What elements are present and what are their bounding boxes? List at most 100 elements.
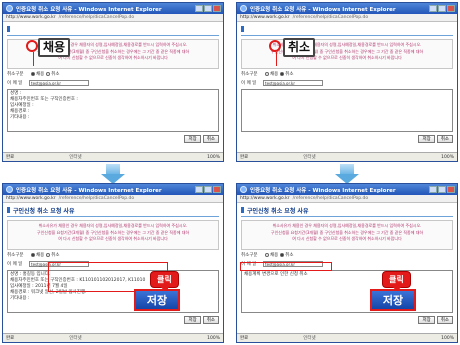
hire-label: 채용 <box>36 253 45 258</box>
status-bar: 완료 인터넷 100% <box>237 333 457 342</box>
save-zoom-button[interactable]: 저장 <box>134 289 180 311</box>
cancel-button[interactable]: 취소 <box>436 316 453 324</box>
status-bar: 완료 인터넷 100% <box>3 152 223 161</box>
ie-window-hire-empty: 인증요청 취소 요청 사유 - Windows Internet Explore… <box>2 2 224 162</box>
url-host: http://www.work.go.kr <box>240 196 290 201</box>
close-button[interactable] <box>447 186 455 193</box>
email-label: 이 메 일 <box>7 81 23 86</box>
address-bar[interactable]: http://www.work.go.kr/reference/help/dic… <box>3 195 223 203</box>
hire-callout: 채용 <box>38 38 71 57</box>
minimize-button[interactable] <box>195 5 203 12</box>
reason-textarea[interactable] <box>241 89 453 132</box>
save-button[interactable]: 저장 <box>418 135 435 143</box>
down-arrow-icon <box>101 164 125 184</box>
url-path: /reference/help/dicaCancelPop.do <box>58 196 135 201</box>
highlight-circle <box>26 40 38 52</box>
hire-label: 채용 <box>36 72 45 77</box>
close-button[interactable] <box>213 186 221 193</box>
title-bar: 인증요청 취소 요청 사유 - Windows Internet Explore… <box>237 184 457 195</box>
reason-label: 취소구분 <box>241 253 258 258</box>
cancel-radio[interactable] <box>280 72 285 76</box>
maximize-button[interactable] <box>438 5 446 12</box>
notice-line: 여 다시 신청할 수 없으므로 신중히 생각하여 취소하시기 바랍니다 <box>58 236 168 241</box>
highlight-circle <box>269 40 281 52</box>
window-title: 인증요청 취소 요청 사유 - Windows Internet Explore… <box>250 6 396 13</box>
page-title-text: 구인신청 취소 요청 사유 <box>13 207 75 215</box>
page-title: 구인신청 취소 요청 사유 <box>7 206 219 217</box>
cancel-label: 취소 <box>285 253 294 258</box>
zone-text: 인터넷 <box>303 336 316 341</box>
status-text: 완료 <box>6 336 15 341</box>
cancel-callout: 취소 <box>283 38 316 57</box>
cancel-radio[interactable] <box>280 253 285 257</box>
email-field[interactable]: test@asia.or.kr <box>29 80 89 86</box>
address-bar[interactable]: http://www.work.go.kr/reference/help/dic… <box>3 14 223 22</box>
address-bar[interactable]: http://www.work.go.kr/reference/help/dic… <box>237 195 457 203</box>
address-bar[interactable]: http://www.work.go.kr/reference/help/dic… <box>237 14 457 22</box>
reason-row: 취소구분 채용 취소 <box>7 251 219 259</box>
status-bar: 완료 인터넷 100% <box>3 333 223 342</box>
window-controls <box>195 5 223 12</box>
pointer-line <box>276 52 277 66</box>
close-button[interactable] <box>447 5 455 12</box>
notice-line: 취소사유가 채용인 경우 채용자의 성명,입사예정일,채용경로를 반드시 입력하… <box>38 223 188 228</box>
zoom-level[interactable]: 100% <box>441 155 454 160</box>
cancel-radio[interactable] <box>46 72 51 76</box>
title-bar: 인증요청 취소 요청 사유 - Windows Internet Explore… <box>3 3 223 14</box>
text-line: 채용계획 변경으로 인한 신청 취소 <box>244 272 308 277</box>
click-label: 클릭 <box>382 271 411 292</box>
click-label: 클릭 <box>150 271 179 292</box>
notice-line: 취소사유가 채용인 경우 채용자의 성명,입사예정일,채용경로를 반드시 입력하… <box>272 223 422 228</box>
window-title: 인증요청 취소 요청 사유 - Windows Internet Explore… <box>250 187 396 194</box>
reason-textarea[interactable]: 성명 : 채용자주민번호 또는 구직인증번호 : 입사예정일 : 채용경로 : 기타내용… <box>7 89 219 132</box>
title-bar: 인증요청 취소 요청 사유 - Windows Internet Explore… <box>237 3 457 14</box>
page-title: 구인신청 취소 요청 사유 <box>7 25 219 36</box>
maximize-button[interactable] <box>204 186 212 193</box>
save-zoom-button[interactable]: 저장 <box>370 289 416 311</box>
zoom-level[interactable]: 100% <box>441 336 454 341</box>
minimize-button[interactable] <box>429 5 437 12</box>
zone-text: 인터넷 <box>69 336 82 341</box>
hire-radio[interactable] <box>31 253 35 257</box>
reason-label: 취소구분 <box>7 253 24 258</box>
hire-radio[interactable] <box>31 72 35 76</box>
notice-box: 취소사유가 채용인 경우 채용자의 성명,입사예정일,채용경로를 반드시 입력하… <box>7 220 219 250</box>
hire-label: 채용 <box>270 72 279 77</box>
minimize-button[interactable] <box>429 186 437 193</box>
reason-row: 취소구분 채용 취소 <box>241 251 453 259</box>
pointer-line <box>33 52 34 66</box>
save-button[interactable]: 저장 <box>184 135 201 143</box>
minimize-button[interactable] <box>195 186 203 193</box>
ie-icon <box>240 186 247 193</box>
page-title-text: 구인신청 취소 요청 사유 <box>247 207 309 215</box>
status-text: 완료 <box>240 155 249 160</box>
email-label: 이 메 일 <box>7 262 23 267</box>
zone-text: 인터넷 <box>69 155 82 160</box>
cancel-button[interactable]: 취소 <box>436 135 453 143</box>
cancel-button[interactable]: 취소 <box>202 316 219 324</box>
ie-icon <box>240 5 247 12</box>
zone-text: 인터넷 <box>303 155 316 160</box>
window-controls <box>429 5 457 12</box>
email-field[interactable]: test@asia.or.kr <box>263 80 323 86</box>
url-path: /reference/help/dicaCancelPop.do <box>58 15 135 20</box>
hire-radio[interactable] <box>265 253 269 257</box>
reason-row: 취소구분 채용 취소 <box>7 70 219 78</box>
hire-radio[interactable] <box>265 72 269 76</box>
zoom-level[interactable]: 100% <box>207 336 220 341</box>
cancel-button[interactable]: 취소 <box>202 135 219 143</box>
window-title: 인증요청 취소 요청 사유 - Windows Internet Explore… <box>16 6 162 13</box>
url-path: /reference/help/dicaCancelPop.do <box>292 15 369 20</box>
save-button[interactable]: 저장 <box>184 316 201 324</box>
cancel-radio[interactable] <box>46 253 51 257</box>
maximize-button[interactable] <box>438 186 446 193</box>
zoom-level[interactable]: 100% <box>207 155 220 160</box>
close-button[interactable] <box>213 5 221 12</box>
text-line: 기타내용 : <box>10 296 30 301</box>
hire-label: 채용 <box>270 253 279 258</box>
ie-icon <box>6 186 13 193</box>
save-button[interactable]: 저장 <box>418 316 435 324</box>
window-controls <box>195 186 223 193</box>
maximize-button[interactable] <box>204 5 212 12</box>
reason-textarea[interactable]: 채용계획 변경으로 인한 신청 취소 <box>241 270 453 313</box>
